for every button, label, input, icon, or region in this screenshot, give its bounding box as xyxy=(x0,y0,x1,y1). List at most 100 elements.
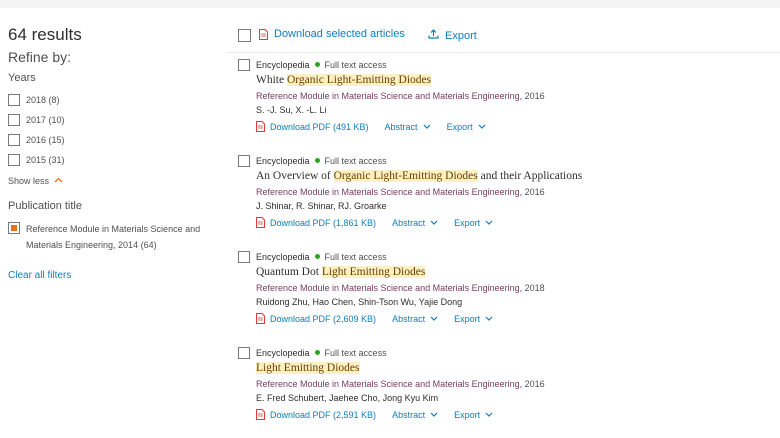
chevron-down-icon xyxy=(485,218,493,227)
download-pdf-label: Download PDF (1,861 KB) xyxy=(270,217,377,228)
export-label: Export xyxy=(446,121,473,132)
result-actions: Download PDF (1,861 KB) Abstract Export xyxy=(256,217,493,228)
download-pdf-link[interactable]: Download PDF (2,609 KB) xyxy=(256,313,376,324)
export-dropdown[interactable]: Export xyxy=(454,410,493,420)
publication-label-line2: Materials Engineering, 2014 (64) xyxy=(26,240,157,250)
pdf-icon xyxy=(256,217,265,228)
export-label: Export xyxy=(454,313,481,324)
download-pdf-link[interactable]: Download PDF (2,591 KB) xyxy=(256,409,376,420)
results-toolbar: Download selected articles Export xyxy=(238,28,780,48)
source-name-link[interactable]: Reference Module in Materials Science an… xyxy=(256,187,520,197)
abstract-label: Abstract xyxy=(384,121,418,132)
result-title-link[interactable]: An Overview of Organic Light-Emitting Di… xyxy=(256,168,582,184)
source-name-link[interactable]: Reference Module in Materials Science an… xyxy=(256,283,520,293)
year-checkbox[interactable] xyxy=(8,134,20,146)
year-filter-2016[interactable]: 2016 (15) xyxy=(8,133,65,147)
export-label: Export xyxy=(454,217,481,228)
year-checkbox[interactable] xyxy=(8,154,20,166)
source-year: , 2016 xyxy=(519,187,545,197)
year-filter-2018[interactable]: 2018 (8) xyxy=(8,93,60,107)
result-authors: Ruidong Zhu, Hao Chen, Shin-Tson Wu, Yaj… xyxy=(256,297,463,307)
pdf-icon xyxy=(256,121,265,132)
access-label: Full text access xyxy=(324,155,387,166)
result-title-link[interactable]: Quantum Dot Light Emitting Diodes xyxy=(256,264,426,280)
access-label: Full text access xyxy=(324,347,387,358)
abstract-label: Abstract xyxy=(392,313,426,324)
access-dot-icon xyxy=(314,254,320,259)
source-name-link[interactable]: Reference Module in Materials Science an… xyxy=(256,379,520,389)
export-dropdown[interactable]: Export xyxy=(454,218,493,228)
result-authors: J. Shinar, R. Shinar, RJ. Groarke xyxy=(256,201,387,211)
year-filter-2017[interactable]: 2017 (10) xyxy=(8,113,65,127)
publication-checkbox-checked[interactable] xyxy=(8,222,20,234)
pdf-icon xyxy=(256,313,265,324)
publication-filter-label: Reference Module in Materials Science an… xyxy=(26,221,200,253)
top-band-inner xyxy=(226,0,780,8)
chevron-up-icon xyxy=(54,175,63,185)
title-part: and their Applications xyxy=(477,170,583,182)
export-label: Export xyxy=(445,29,477,42)
pdf-icon xyxy=(259,28,268,40)
result-meta: Encyclopedia Full text access xyxy=(256,250,387,263)
chevron-down-icon xyxy=(485,314,493,323)
show-less-link[interactable]: Show less xyxy=(8,176,63,186)
title-part: An Overview of xyxy=(256,170,334,182)
result-checkbox[interactable] xyxy=(238,347,250,359)
download-pdf-label: Download PDF (2,591 KB) xyxy=(270,409,377,420)
abstract-toggle[interactable]: Abstract xyxy=(385,122,431,132)
download-pdf-label: Download PDF (491 KB) xyxy=(270,121,369,132)
download-selected-label: Download selected articles xyxy=(274,28,405,40)
year-filter-label: 2015 (31) xyxy=(26,155,65,165)
download-selected-button[interactable]: Download selected articles xyxy=(259,28,405,40)
result-checkbox[interactable] xyxy=(238,155,250,167)
result-title-link[interactable]: Light Emitting Diodes xyxy=(256,360,360,376)
publication-facet-title: Publication title xyxy=(8,200,82,212)
abstract-toggle[interactable]: Abstract xyxy=(392,218,438,228)
source-year: , 2016 xyxy=(519,379,545,389)
title-part: Quantum Dot xyxy=(256,266,322,278)
title-part-highlight: Light Emitting Diodes xyxy=(321,266,426,278)
access-dot-icon xyxy=(314,350,320,355)
year-filter-label: 2016 (15) xyxy=(26,135,65,145)
export-dropdown[interactable]: Export xyxy=(447,122,486,132)
title-part-highlight: Light Emitting Diodes xyxy=(256,362,360,374)
source-name-link[interactable]: Reference Module in Materials Science an… xyxy=(256,91,520,101)
export-dropdown[interactable]: Export xyxy=(454,314,493,324)
export-button[interactable]: Export xyxy=(428,29,477,42)
result-checkbox[interactable] xyxy=(238,251,250,263)
year-checkbox[interactable] xyxy=(8,94,20,106)
publication-label-line1: Reference Module in Materials Science an… xyxy=(26,224,201,234)
result-checkbox[interactable] xyxy=(238,59,250,71)
access-label: Full text access xyxy=(324,59,387,70)
access-dot-icon xyxy=(314,158,320,163)
select-all-checkbox[interactable] xyxy=(238,29,251,42)
chevron-down-icon xyxy=(478,122,486,131)
content-type: Encyclopedia xyxy=(256,155,310,166)
result-actions: Download PDF (491 KB) Abstract Export xyxy=(256,121,486,132)
clear-all-filters-link[interactable]: Clear all filters xyxy=(8,270,71,281)
toolbar-divider xyxy=(226,52,780,53)
results-count: 64 results xyxy=(8,25,82,44)
download-pdf-link[interactable]: Download PDF (491 KB) xyxy=(256,121,369,132)
content-type: Encyclopedia xyxy=(256,59,310,70)
result-source: Reference Module in Materials Science an… xyxy=(256,379,545,389)
year-checkbox[interactable] xyxy=(8,114,20,126)
abstract-toggle[interactable]: Abstract xyxy=(392,410,438,420)
year-filter-2015[interactable]: 2015 (31) xyxy=(8,153,65,167)
result-meta: Encyclopedia Full text access xyxy=(256,58,387,71)
pdf-icon xyxy=(256,409,265,420)
download-pdf-link[interactable]: Download PDF (1,861 KB) xyxy=(256,217,376,228)
result-actions: Download PDF (2,591 KB) Abstract Export xyxy=(256,409,493,420)
chevron-down-icon xyxy=(430,410,438,419)
result-meta: Encyclopedia Full text access xyxy=(256,154,387,167)
year-filter-label: 2018 (8) xyxy=(26,95,60,105)
title-part: White xyxy=(256,74,287,86)
title-part-highlight: Organic Light-Emitting Diodes xyxy=(286,74,432,86)
show-less-label: Show less xyxy=(8,176,50,186)
publication-filter[interactable]: Reference Module in Materials Science an… xyxy=(8,221,220,253)
source-year: , 2018 xyxy=(519,283,545,293)
abstract-toggle[interactable]: Abstract xyxy=(392,314,438,324)
source-year: , 2016 xyxy=(519,91,545,101)
years-facet-title: Years xyxy=(8,72,36,84)
result-title-link[interactable]: White Organic Light-Emitting Diodes xyxy=(256,72,432,88)
